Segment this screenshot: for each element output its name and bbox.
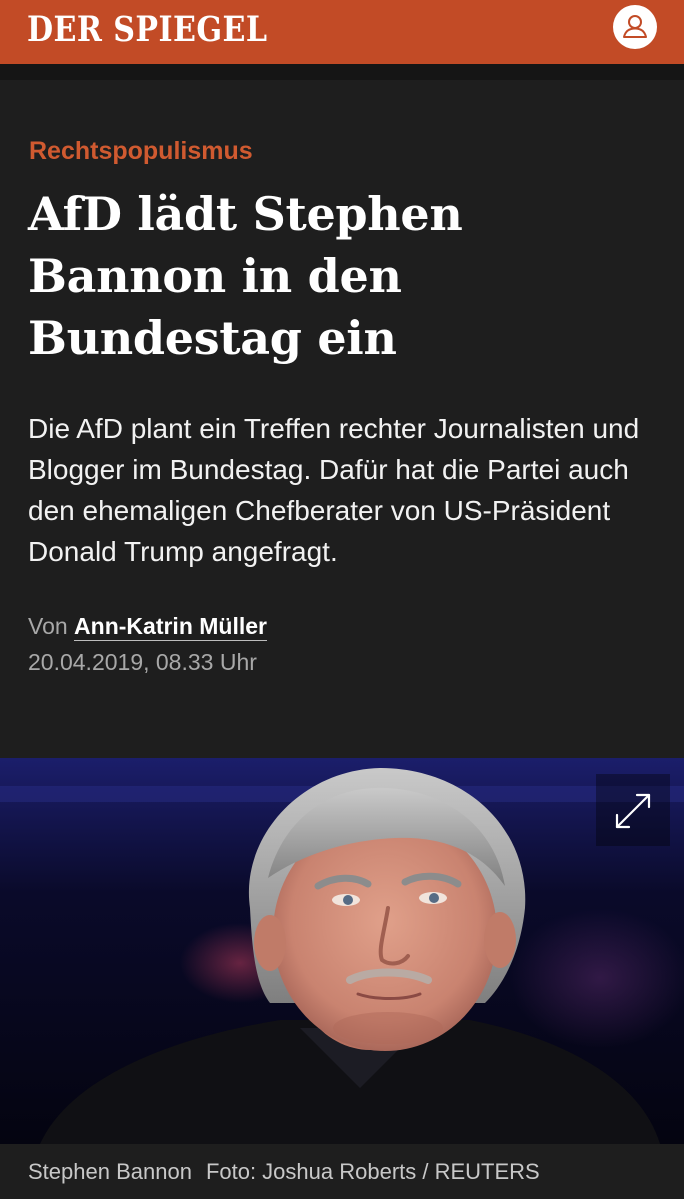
article-headline: AfD lädt Stephen Bannon in den Bundestag… [28, 187, 463, 365]
byline-prefix: Von [28, 613, 68, 639]
brand-logo[interactable]: DER SPIEGEL [27, 9, 267, 51]
expand-icon [615, 793, 651, 829]
caption-text: Stephen Bannon [28, 1159, 192, 1184]
article-kicker[interactable]: Rechtspopulismus [29, 134, 253, 168]
article-teaser: Die AfD plant ein Treffen rechter Journa… [28, 413, 640, 567]
user-icon [623, 15, 647, 38]
photo-credit: Foto: Joshua Roberts / REUTERS [205, 1159, 540, 1184]
publish-date: 20.04.2019, 08.33 Uhr [28, 649, 257, 675]
article-page: DER SPIEGEL Rechtspopulismus AfD lädt St… [0, 0, 684, 1199]
site-header: DER SPIEGEL [0, 0, 684, 64]
article-photo[interactable] [0, 758, 684, 1144]
byline: Von Ann-Katrin Müller [28, 610, 267, 642]
portrait-image [0, 758, 684, 1144]
photo-caption: Stephen Bannon Foto: Joshua Roberts / REU… [28, 1157, 540, 1187]
header-divider [0, 64, 684, 80]
author-link[interactable]: Ann-Katrin Müller [74, 613, 267, 641]
account-button[interactable] [613, 5, 657, 49]
expand-image-button[interactable] [596, 774, 670, 846]
